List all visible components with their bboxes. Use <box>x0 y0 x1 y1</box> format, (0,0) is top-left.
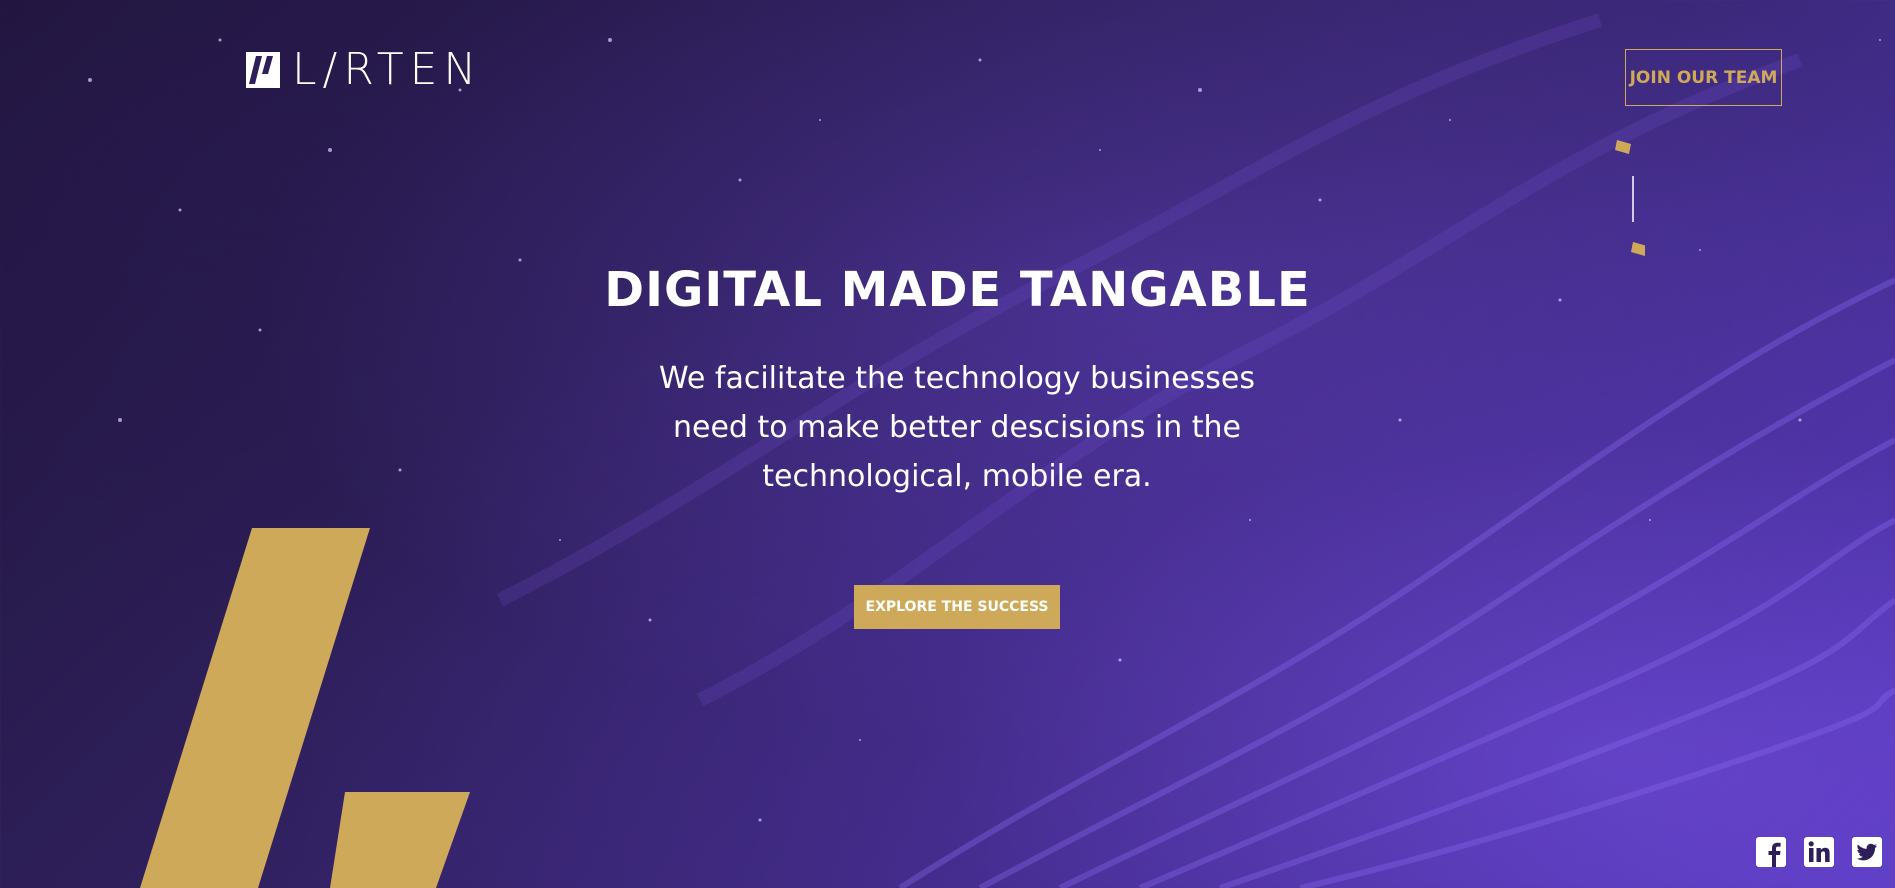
twitter-icon <box>1852 837 1882 867</box>
linkedin-icon <box>1804 837 1834 867</box>
explore-the-success-button[interactable]: EXPLORE THE SUCCESS <box>854 585 1060 629</box>
twitter-link[interactable] <box>1850 834 1884 870</box>
hero-title: DIGITAL MADE TANGABLE <box>604 262 1311 318</box>
logo-text: L/RTEN <box>292 44 483 95</box>
brand-mark-graphic <box>140 528 470 888</box>
join-our-team-button[interactable]: JOIN OUR TEAM <box>1625 49 1782 106</box>
logo-mark-icon <box>246 52 280 88</box>
brand-logo[interactable]: L/RTEN <box>246 48 482 92</box>
scroll-indicator-icon <box>1615 140 1645 256</box>
facebook-link[interactable] <box>1754 834 1788 870</box>
facebook-icon <box>1756 837 1786 867</box>
linkedin-link[interactable] <box>1802 834 1836 870</box>
hero-subtitle: We facilitate the technology businesses … <box>659 361 1255 494</box>
social-links <box>1754 834 1895 870</box>
